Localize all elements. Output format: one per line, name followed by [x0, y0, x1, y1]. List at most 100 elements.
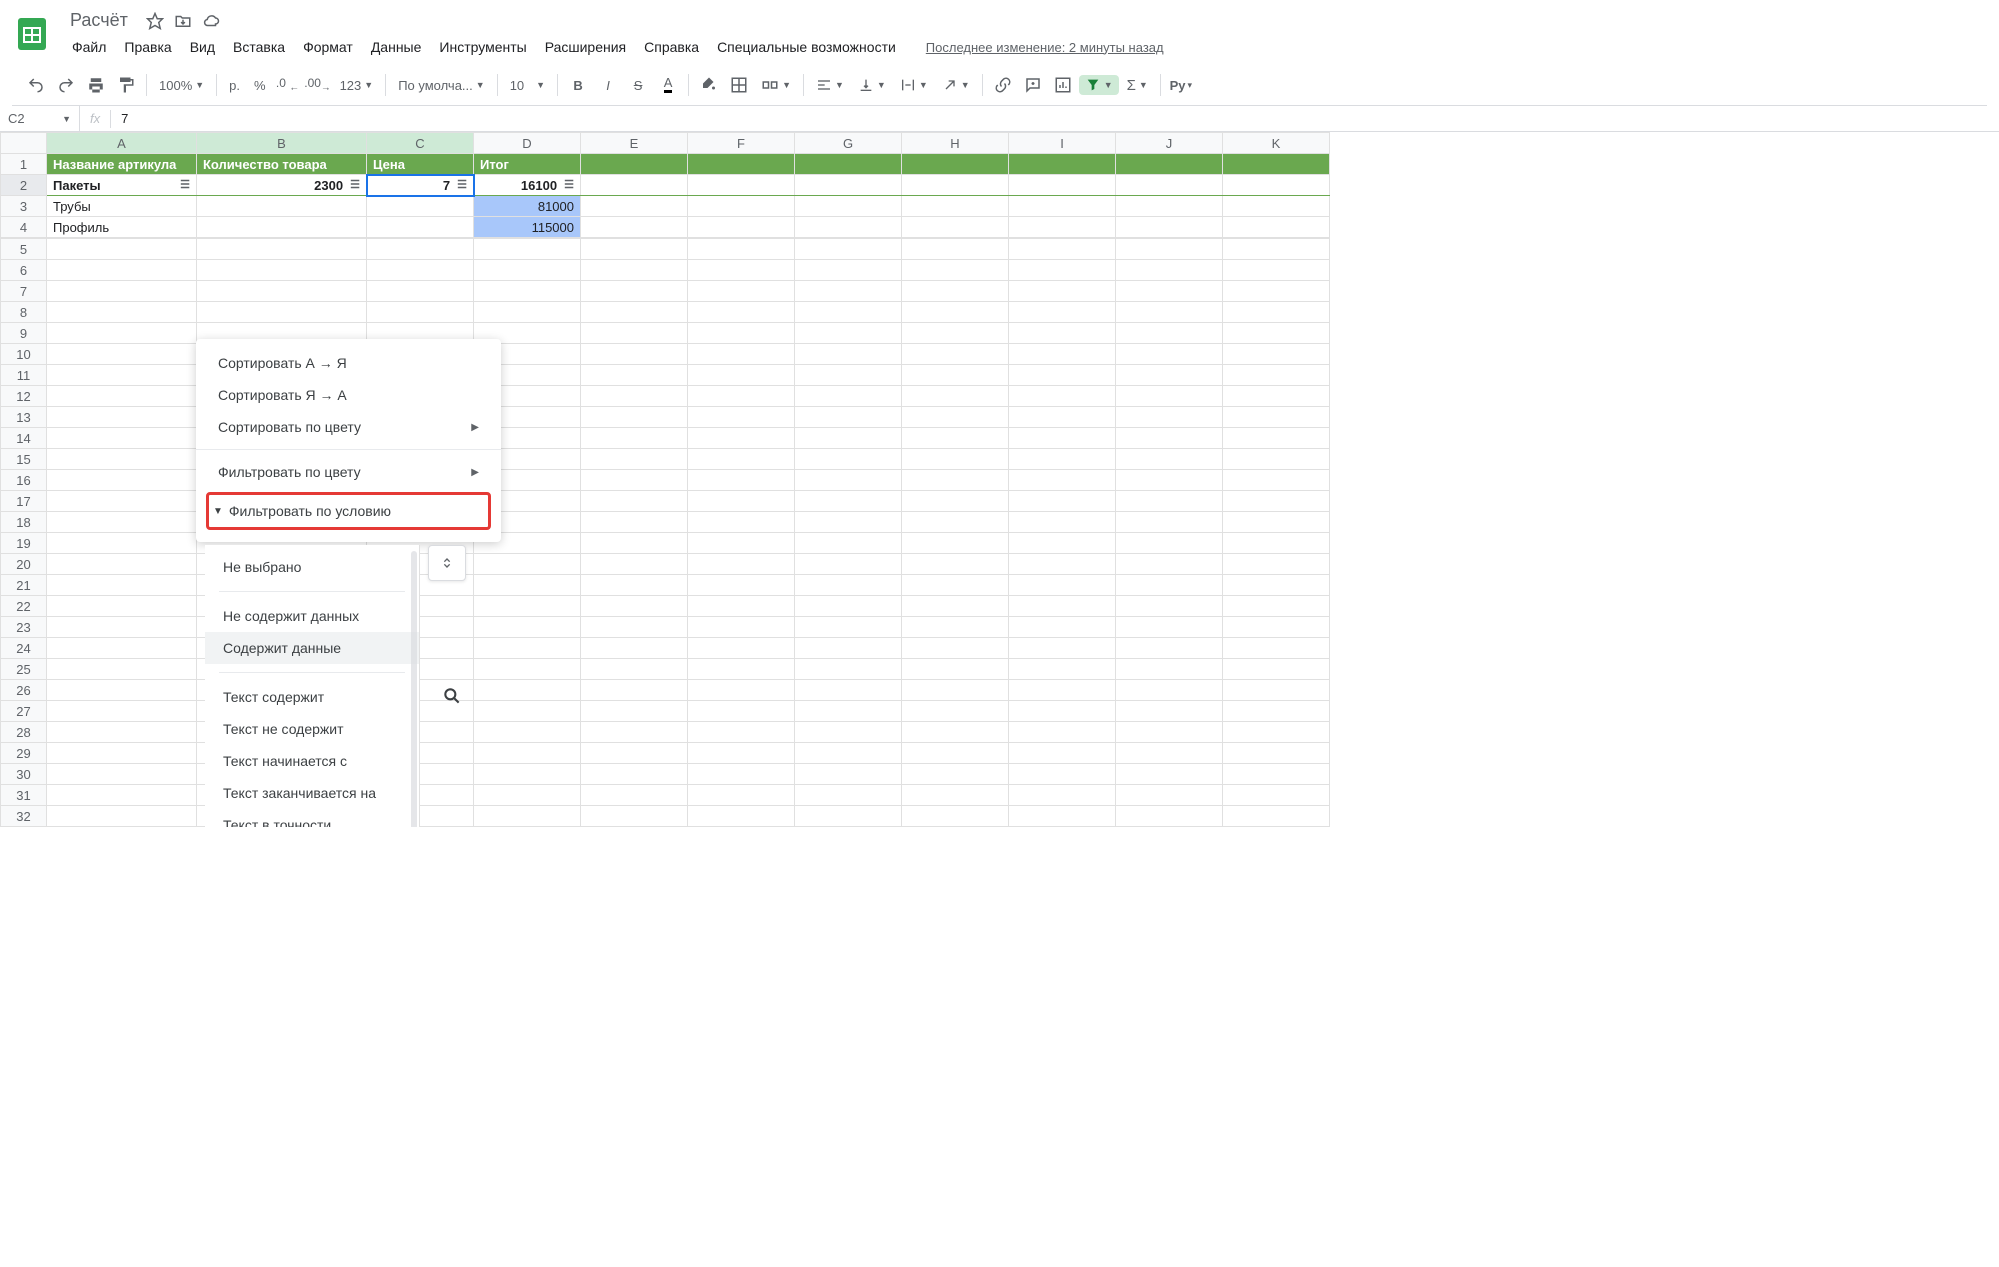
cell[interactable]	[1116, 260, 1223, 281]
cell[interactable]	[47, 764, 197, 785]
cell[interactable]: Профиль	[47, 217, 197, 238]
cell[interactable]	[581, 491, 688, 512]
cell[interactable]	[1223, 239, 1330, 260]
search-button[interactable]	[428, 674, 476, 718]
cell[interactable]	[1223, 470, 1330, 491]
cell[interactable]	[474, 743, 581, 764]
col-header-a[interactable]: A	[47, 133, 197, 154]
cell[interactable]	[1009, 175, 1116, 196]
condition-text-not-contains[interactable]: Текст не содержит	[205, 713, 419, 745]
cell[interactable]	[474, 281, 581, 302]
cell[interactable]	[1009, 638, 1116, 659]
cell[interactable]	[474, 617, 581, 638]
cell[interactable]	[47, 638, 197, 659]
font-family-dropdown[interactable]: По умолча...▼	[392, 76, 490, 95]
cell[interactable]	[47, 449, 197, 470]
cell[interactable]: 81000	[474, 196, 581, 217]
filter-by-condition[interactable]: ▼Фильтровать по условию	[209, 495, 488, 527]
cell[interactable]	[1223, 785, 1330, 806]
cell[interactable]	[47, 533, 197, 554]
row-header[interactable]: 3	[1, 196, 47, 217]
col-header-k[interactable]: K	[1223, 133, 1330, 154]
cell[interactable]	[688, 806, 795, 827]
cell[interactable]	[1009, 680, 1116, 701]
condition-text-ends[interactable]: Текст заканчивается на	[205, 777, 419, 809]
cell[interactable]	[688, 554, 795, 575]
cell[interactable]	[474, 638, 581, 659]
cell[interactable]	[688, 596, 795, 617]
cell[interactable]	[474, 680, 581, 701]
italic-button[interactable]: I	[594, 71, 622, 99]
cell[interactable]	[795, 533, 902, 554]
cell[interactable]	[795, 680, 902, 701]
cell[interactable]	[1009, 239, 1116, 260]
cell[interactable]	[367, 196, 474, 217]
select-all-corner[interactable]	[1, 133, 47, 154]
cell[interactable]	[1116, 196, 1223, 217]
cell[interactable]	[474, 722, 581, 743]
cell[interactable]	[795, 281, 902, 302]
cell[interactable]	[1009, 449, 1116, 470]
cell[interactable]: Трубы	[47, 196, 197, 217]
cell[interactable]	[47, 617, 197, 638]
menu-extensions[interactable]: Расширения	[537, 35, 634, 59]
col-header-d[interactable]: D	[474, 133, 581, 154]
cell[interactable]	[47, 512, 197, 533]
sheets-logo[interactable]	[12, 14, 52, 54]
cell[interactable]	[1009, 281, 1116, 302]
cell[interactable]	[902, 743, 1009, 764]
cell[interactable]: Название артикула	[47, 154, 197, 175]
paint-format-button[interactable]	[112, 71, 140, 99]
cell[interactable]	[474, 806, 581, 827]
cell[interactable]	[47, 491, 197, 512]
cell[interactable]	[47, 407, 197, 428]
cell[interactable]	[581, 196, 688, 217]
vertical-align-button[interactable]: ▼	[852, 75, 892, 95]
row-header[interactable]: 19	[1, 533, 47, 554]
cell[interactable]	[688, 365, 795, 386]
cell[interactable]	[1223, 554, 1330, 575]
col-header-c[interactable]: C	[367, 133, 474, 154]
cell[interactable]	[47, 701, 197, 722]
cell[interactable]	[688, 743, 795, 764]
cell[interactable]	[688, 617, 795, 638]
row-header[interactable]: 24	[1, 638, 47, 659]
cell[interactable]	[47, 470, 197, 491]
col-header-j[interactable]: J	[1116, 133, 1223, 154]
cell[interactable]	[1223, 217, 1330, 238]
cell[interactable]	[1009, 196, 1116, 217]
cell[interactable]	[47, 659, 197, 680]
cell[interactable]	[1009, 554, 1116, 575]
cell[interactable]: Цена	[367, 154, 474, 175]
row-header[interactable]: 16	[1, 470, 47, 491]
cell[interactable]	[1116, 154, 1223, 175]
cell[interactable]	[902, 154, 1009, 175]
cell[interactable]	[474, 785, 581, 806]
menu-view[interactable]: Вид	[182, 35, 223, 59]
cell[interactable]	[197, 239, 367, 260]
cell[interactable]	[47, 260, 197, 281]
cell[interactable]	[688, 701, 795, 722]
insert-link-button[interactable]	[989, 71, 1017, 99]
cell[interactable]	[688, 323, 795, 344]
cell[interactable]	[1223, 491, 1330, 512]
cell[interactable]	[1223, 743, 1330, 764]
cell[interactable]	[1223, 575, 1330, 596]
cell[interactable]	[581, 533, 688, 554]
cell[interactable]	[1009, 260, 1116, 281]
cell[interactable]	[1223, 512, 1330, 533]
cell[interactable]	[581, 764, 688, 785]
cell[interactable]	[581, 554, 688, 575]
col-header-f[interactable]: F	[688, 133, 795, 154]
cell[interactable]	[902, 722, 1009, 743]
cell[interactable]	[795, 260, 902, 281]
filter-button[interactable]: ▼	[1079, 75, 1119, 95]
cell[interactable]	[795, 806, 902, 827]
condition-text-contains[interactable]: Текст содержит	[205, 681, 419, 713]
row-header[interactable]: 12	[1, 386, 47, 407]
cell[interactable]	[1116, 659, 1223, 680]
cell[interactable]	[581, 344, 688, 365]
cell[interactable]	[474, 575, 581, 596]
cell[interactable]	[581, 785, 688, 806]
cell[interactable]	[1116, 281, 1223, 302]
